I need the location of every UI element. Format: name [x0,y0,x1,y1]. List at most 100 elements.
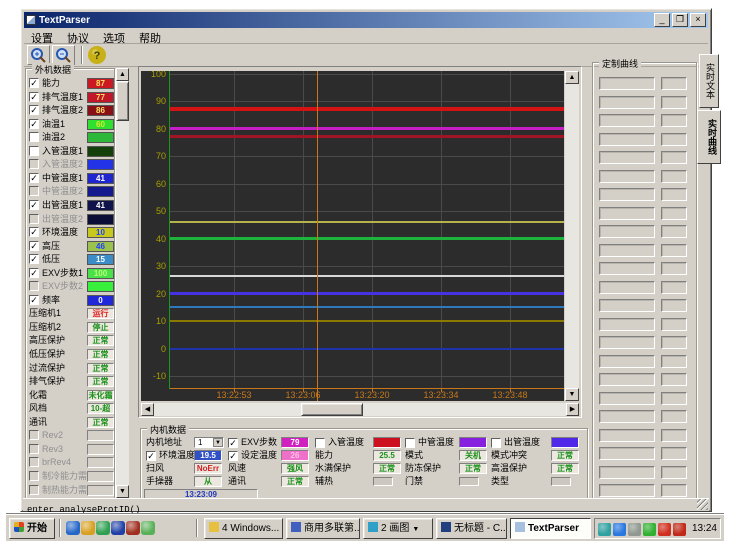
tab-实时曲线[interactable]: 实时曲线 [697,110,721,164]
curve-value-box[interactable] [661,410,687,423]
checkbox-低压[interactable]: ✓ [29,254,39,264]
curve-name-input[interactable] [599,281,655,294]
curve-name-input[interactable] [599,447,655,460]
curve-name-input[interactable] [599,373,655,386]
minimize-button[interactable]: _ [654,13,670,27]
curve-value-box[interactable] [661,77,687,90]
curve-name-input[interactable] [599,299,655,312]
taskbar-button-4[interactable]: 无标题 - C... [436,518,507,539]
restore-button[interactable]: ❐ [672,13,688,27]
checkbox-高压[interactable]: ✓ [29,241,39,251]
chevron-down-icon[interactable]: ▼ [213,438,223,447]
media-player-icon[interactable] [96,521,110,535]
curve-name-input[interactable] [599,466,655,479]
time-cursor-line[interactable] [317,71,318,401]
antivirus-icon[interactable] [673,523,686,536]
curve-name-input[interactable] [599,244,655,257]
checkbox-排气温度2[interactable]: ✓ [29,105,39,115]
checkbox-出管温度1[interactable]: ✓ [29,200,39,210]
curve-name-input[interactable] [599,336,655,349]
curve-value-box[interactable] [661,170,687,183]
zoom-out-button[interactable] [52,45,75,65]
indoor-address-dropdown[interactable]: 1▼ [194,437,224,448]
curve-value-box[interactable] [661,151,687,164]
curve-name-input[interactable] [599,188,655,201]
curve-value-box[interactable] [661,96,687,109]
indoor-checkbox-环境温度[interactable]: ✓ [146,451,156,461]
curve-name-input[interactable] [599,484,655,497]
chart-hscroll-thumb[interactable] [301,403,363,416]
resize-grip[interactable] [697,499,708,510]
outdoor-scrollbar[interactable]: ▲ ▼ [116,68,129,498]
volume-icon[interactable] [628,523,641,536]
curve-value-box[interactable] [661,429,687,442]
curve-value-box[interactable] [661,299,687,312]
chart-scroll-up-icon[interactable]: ▲ [565,71,579,84]
curve-value-box[interactable] [661,244,687,257]
taskbar-button-2[interactable]: 商用多联第... [286,518,360,539]
curve-value-box[interactable] [661,114,687,127]
chart-hscrollbar[interactable]: ◀ ▶ [141,403,579,416]
curve-value-box[interactable] [661,373,687,386]
curve-value-box[interactable] [661,355,687,368]
curve-name-input[interactable] [599,151,655,164]
messenger-icon[interactable] [111,521,125,535]
curve-name-input[interactable] [599,410,655,423]
winamp-icon[interactable] [126,521,140,535]
curve-name-input[interactable] [599,392,655,405]
curve-value-box[interactable] [661,392,687,405]
chart-scroll-right-icon[interactable]: ▶ [566,403,579,416]
curve-value-box[interactable] [661,133,687,146]
show-desktop-icon[interactable] [141,521,155,535]
curve-name-input[interactable] [599,207,655,220]
graphics-icon[interactable] [658,523,671,536]
chart-vscrollbar[interactable]: ▲ ▼ [565,71,579,401]
curve-name-input[interactable] [599,114,655,127]
curve-name-input[interactable] [599,429,655,442]
zoom-in-button[interactable] [27,45,50,65]
checkbox-油温1[interactable]: ✓ [29,119,39,129]
ie-icon[interactable] [66,521,80,535]
taskbar-button-1[interactable]: 4 Windows...▼ [204,518,283,539]
checkbox-油温2[interactable] [29,132,39,142]
curve-value-box[interactable] [661,281,687,294]
curve-name-input[interactable] [599,96,655,109]
curve-value-box[interactable] [661,484,687,497]
tab-实时文本[interactable]: 实时文本 [699,54,719,108]
outlook-icon[interactable] [81,521,95,535]
curve-value-box[interactable] [661,225,687,238]
printer-icon[interactable] [598,523,611,536]
curve-value-box[interactable] [661,447,687,460]
messenger-icon[interactable] [613,523,626,536]
chart-scroll-down-icon[interactable]: ▼ [565,388,579,401]
curve-value-box[interactable] [661,318,687,331]
curve-name-input[interactable] [599,355,655,368]
scroll-up-icon[interactable]: ▲ [116,68,129,81]
curve-name-input[interactable] [599,318,655,331]
checkbox-频率[interactable]: ✓ [29,295,39,305]
indoor-checkbox-入管温度[interactable] [315,438,325,448]
checkbox-EXV步数1[interactable]: ✓ [29,268,39,278]
indoor-checkbox-出管温度[interactable] [491,438,501,448]
checkbox-排气温度1[interactable]: ✓ [29,92,39,102]
checkbox-环境温度[interactable]: ✓ [29,227,39,237]
taskbar-button-5[interactable]: TextParser [510,518,591,539]
chart-scroll-left-icon[interactable]: ◀ [141,403,154,416]
checkbox-能力[interactable]: ✓ [29,78,39,88]
curve-value-box[interactable] [661,466,687,479]
curve-name-input[interactable] [599,133,655,146]
indoor-checkbox-设定温度[interactable]: ✓ [228,451,238,461]
start-button[interactable]: 开始 [9,518,55,539]
curve-value-box[interactable] [661,188,687,201]
scroll-down-icon[interactable]: ▼ [116,485,129,498]
curve-name-input[interactable] [599,262,655,275]
indoor-checkbox-中管温度[interactable] [405,438,415,448]
curve-value-box[interactable] [661,336,687,349]
close-button[interactable]: × [690,13,706,27]
curve-name-input[interactable] [599,170,655,183]
checkbox-入管温度1[interactable] [29,146,39,156]
checkbox-中管温度1[interactable]: ✓ [29,173,39,183]
scrollbar-thumb[interactable] [116,81,129,121]
curve-name-input[interactable] [599,77,655,90]
indoor-checkbox-EXV步数[interactable]: ✓ [228,438,238,448]
